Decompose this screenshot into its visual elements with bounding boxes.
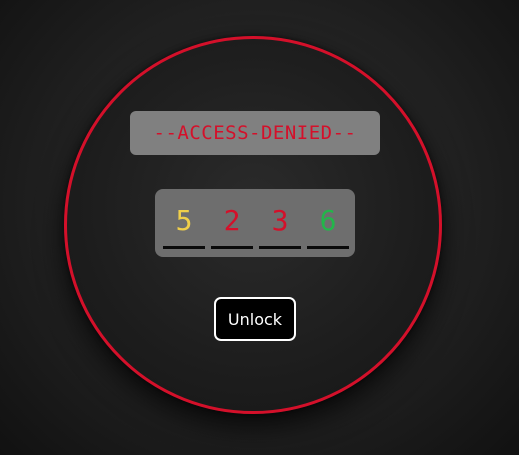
digit-underline-2 (211, 246, 253, 249)
digit-underline-3 (259, 246, 301, 249)
digit-underline-4 (307, 246, 349, 249)
code-digit-slot-3[interactable]: 3 (259, 199, 301, 249)
code-digit-slot-4[interactable]: 6 (307, 199, 349, 249)
code-digit-slot-2[interactable]: 2 (211, 199, 253, 249)
status-display: --ACCESS-DENIED-- (130, 111, 380, 155)
digit-underline-1 (163, 246, 205, 249)
code-digit-1: 5 (175, 204, 193, 237)
status-message: --ACCESS-DENIED-- (153, 122, 357, 144)
code-digit-slot-1[interactable]: 5 (163, 199, 205, 249)
code-digit-4: 6 (319, 204, 337, 237)
code-digit-2: 2 (223, 204, 241, 237)
code-digit-3: 3 (271, 204, 289, 237)
unlock-button[interactable]: Unlock (214, 297, 296, 341)
code-entry-panel: 5 2 3 6 (155, 189, 355, 257)
